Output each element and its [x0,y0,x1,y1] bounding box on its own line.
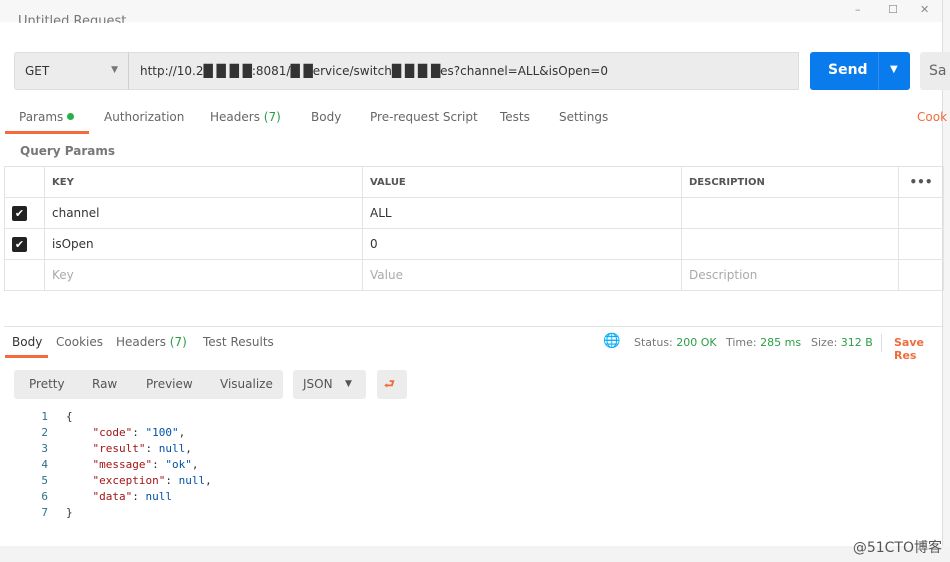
response-tab-headers[interactable]: Headers (7) [116,335,187,349]
table-header: KEY VALUE DESCRIPTION ••• [4,166,944,198]
active-tab-indicator [5,131,89,134]
params-table: KEY VALUE DESCRIPTION ••• ✔ channel ALL ✔ isOp… [4,166,944,291]
maximize-button[interactable]: ☐ [888,3,898,16]
checkbox-checked[interactable]: ✔ [12,236,27,252]
col-description: DESCRIPTION [681,166,899,198]
watermark: @51CTO博客 [852,540,942,556]
code-line: 4 "message": "ok", [41,458,199,471]
divider [4,326,944,327]
close-button[interactable]: ✕ [920,3,929,16]
col-value: VALUE [362,166,682,198]
send-label: Send [828,62,868,78]
table-row-new: Key Value Description [4,259,944,291]
view-raw[interactable]: Raw [92,377,117,391]
tab-params[interactable]: Params [19,110,75,124]
code-line: 2 "code": "100", [41,426,186,439]
tab-settings[interactable]: Settings [559,110,608,124]
response-tab-test-results[interactable]: Test Results [203,335,274,349]
tab-headers[interactable]: Headers (7) [210,110,281,124]
tab-pre-request-script[interactable]: Pre-request Script [370,110,478,124]
request-title: Untitled Request [18,14,127,29]
status: Status: 200 OK [634,336,717,349]
response-tab-cookies[interactable]: Cookies [56,335,103,349]
url-input[interactable]: http://10.2█ █ █ █:8081/█ █ervice/switch… [128,52,799,90]
cookies-link[interactable]: Cook [917,110,947,124]
code-line: 1{ [41,410,73,423]
size: Size: 312 B [811,336,873,349]
save-button[interactable]: Sa [920,52,950,90]
time: Time: 285 ms [726,336,802,349]
col-key: KEY [44,166,363,198]
code-line: 6 "data": null [41,490,172,503]
view-mode-group: Pretty Raw Preview Visualize [14,370,283,399]
code-line: 3 "result": null, [41,442,192,455]
minimize-button[interactable]: – [855,3,861,16]
code-line: 5 "exception": null, [41,474,212,487]
tab-authorization[interactable]: Authorization [104,110,184,124]
query-params-title: Query Params [20,144,116,158]
response-body: 1{ 2 "code": "100", 3 "result": null, 4 "me… [20,409,212,521]
format-select[interactable]: JSON ▼ [293,370,366,399]
tab-body[interactable]: Body [311,110,341,124]
view-pretty[interactable]: Pretty [29,377,65,391]
globe-icon[interactable]: 🌐 [603,333,620,349]
view-preview[interactable]: Preview [146,377,193,391]
save-response-button[interactable]: Save Res [894,336,950,362]
value-input[interactable]: Value [362,259,682,291]
active-dot-icon [67,113,75,120]
method-select[interactable]: GET ▼ [14,52,129,90]
method-value: GET [25,64,50,78]
status-bar [0,546,950,562]
wrap-lines-button[interactable]: ⮐ [377,370,407,399]
wrap-icon: ⮐ [384,377,395,391]
response-tab-body[interactable]: Body [12,335,42,349]
code-line: 7} [41,506,73,519]
title-bar [0,0,950,22]
view-visualize[interactable]: Visualize [220,377,273,391]
more-options-icon[interactable]: ••• [898,166,944,198]
key-input[interactable]: Key [44,259,363,291]
tab-tests[interactable]: Tests [500,110,530,124]
table-row: ✔ channel ALL [4,197,944,229]
send-options-chevron-icon[interactable]: ▼ [890,64,898,75]
chevron-down-icon: ▼ [345,379,352,389]
send-button[interactable]: Send ▼ [810,52,910,90]
response-active-tab-indicator [5,355,48,358]
table-row: ✔ isOpen 0 [4,228,944,260]
description-input[interactable]: Description [681,259,899,291]
checkbox-checked[interactable]: ✔ [12,205,27,221]
chevron-down-icon: ▼ [111,65,118,75]
